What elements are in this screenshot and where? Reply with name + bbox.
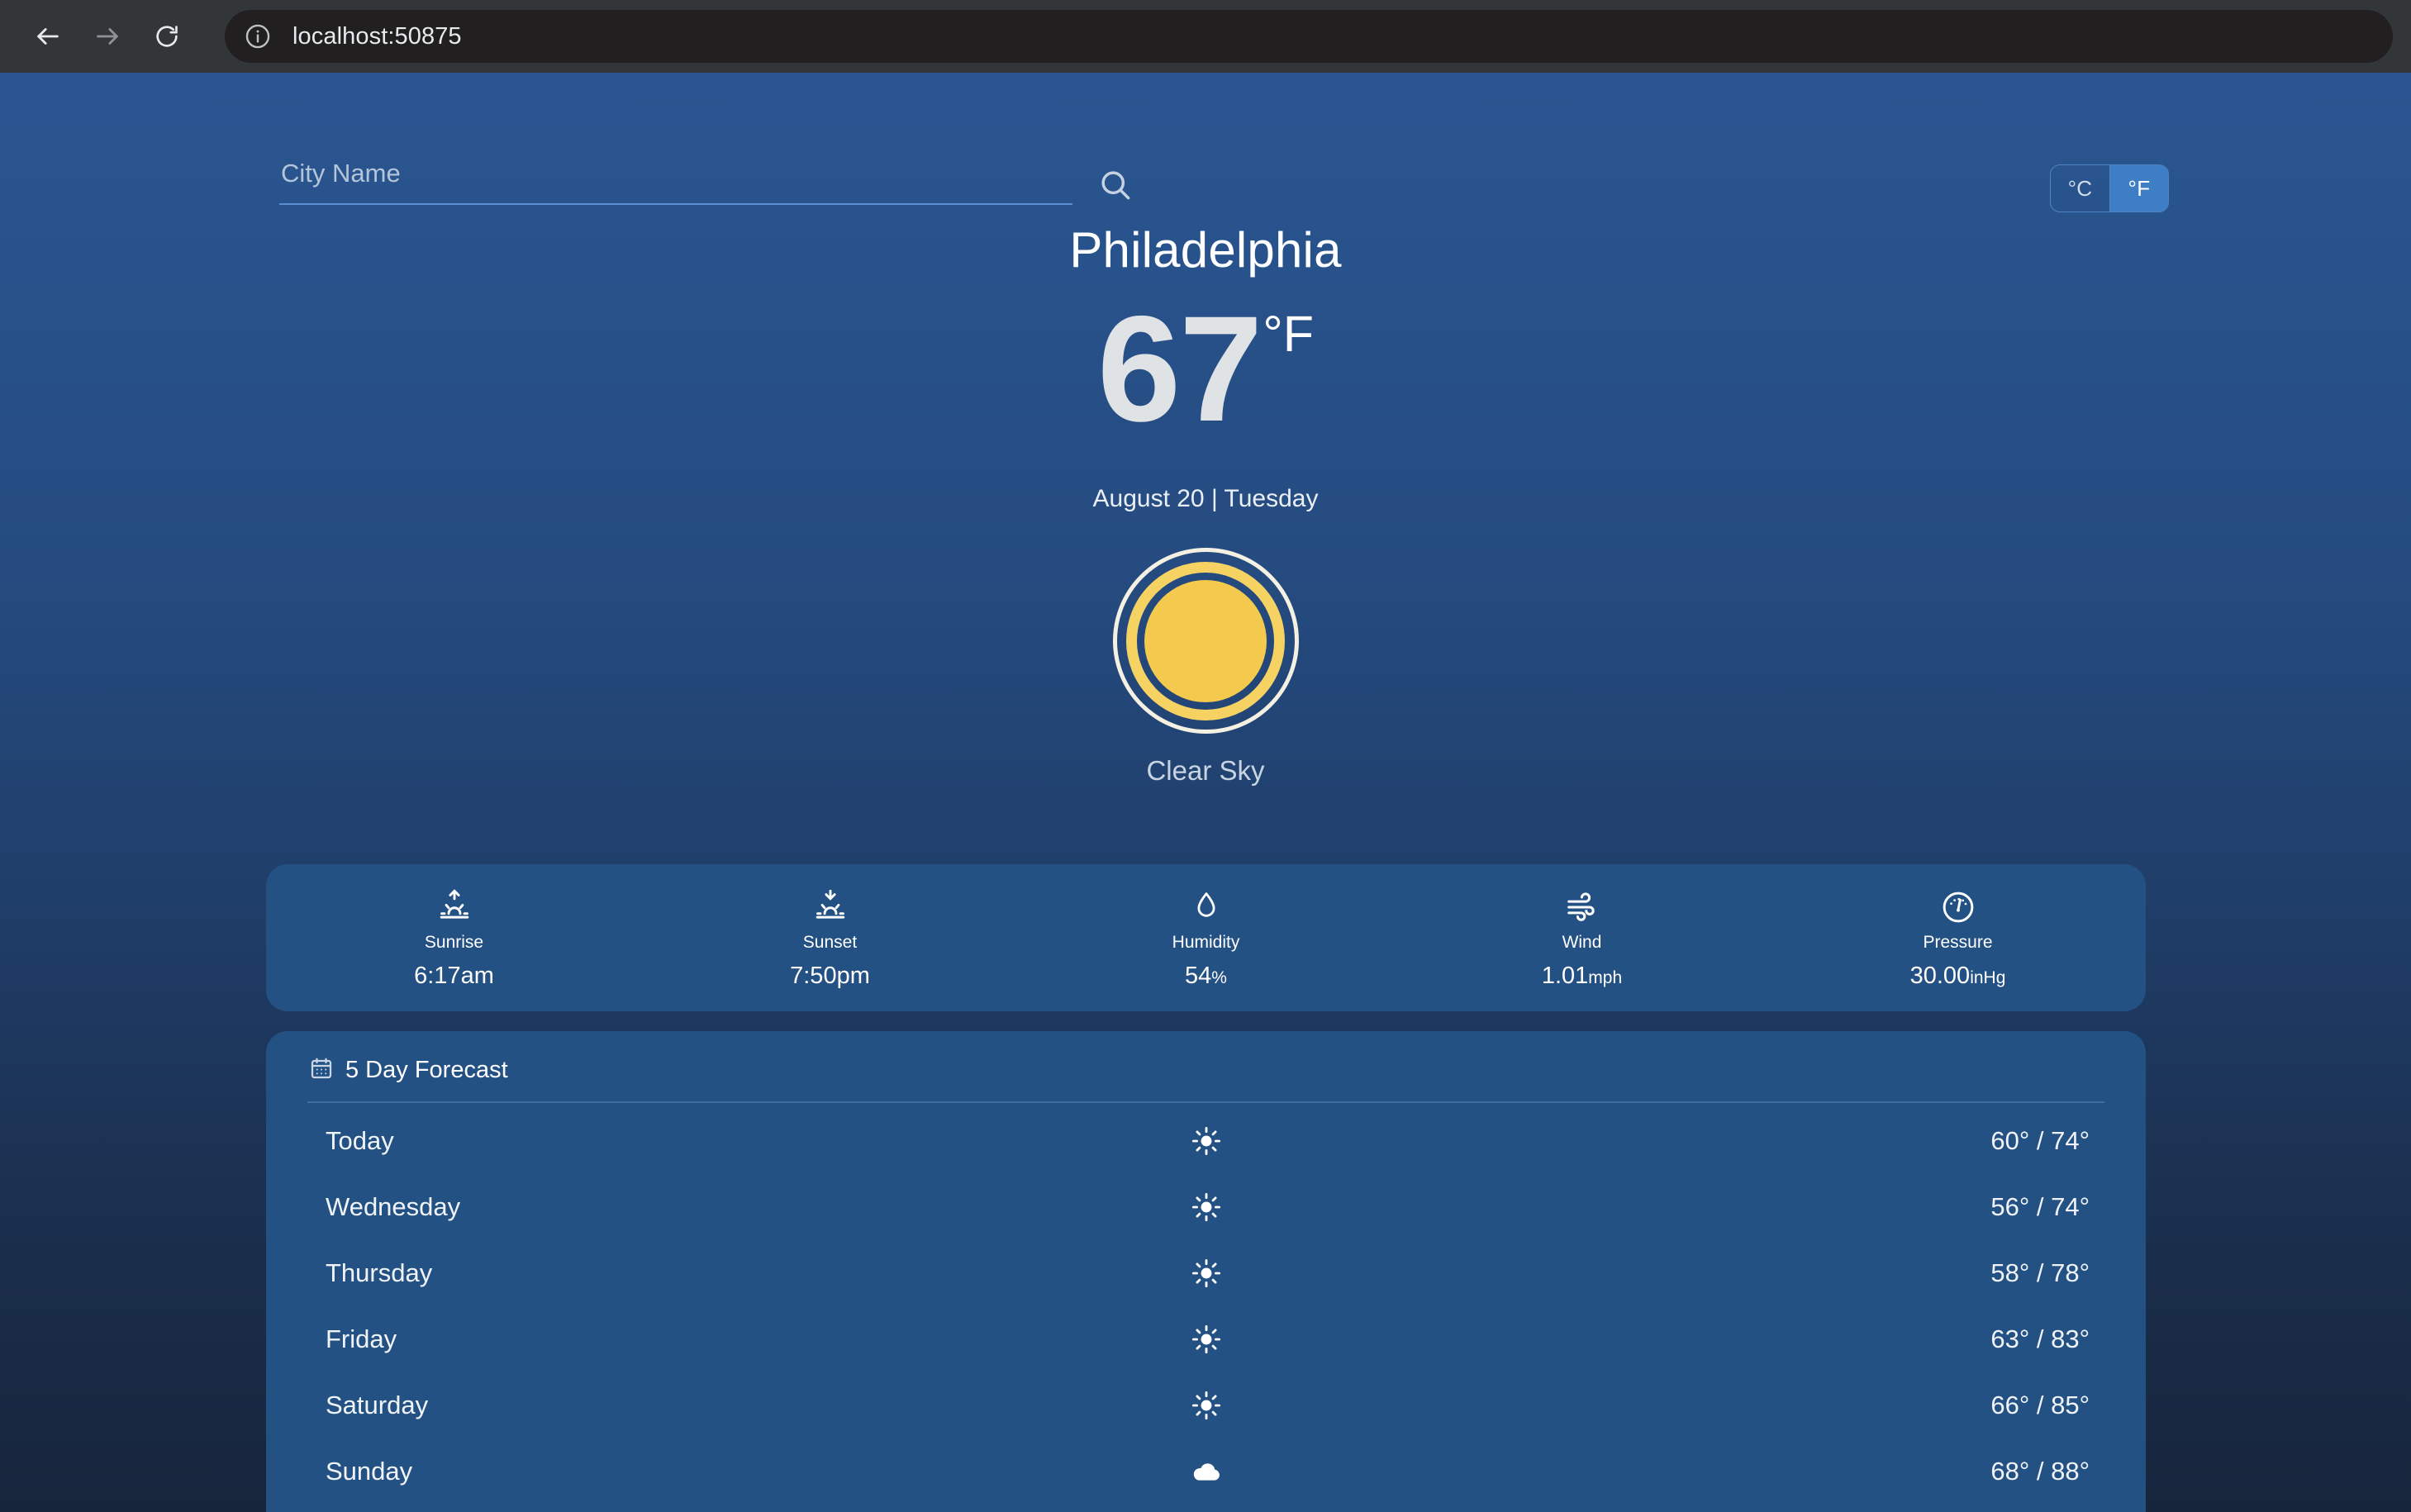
stat-sunset: Sunset 7:50pm [642,864,1018,1011]
gauge-icon [1940,887,1976,928]
cloud-icon [901,1455,1512,1488]
sunrise-icon [436,887,473,928]
sun-icon [901,1391,1512,1420]
search-button[interactable] [1092,164,1139,210]
forecast-day: Wednesday [326,1192,461,1221]
current-temperature: 67 °F [0,293,2411,444]
table-row[interactable]: Thursday 58° / 78° [307,1240,2104,1306]
unit-toggle-fahrenheit[interactable]: °F [2109,165,2168,212]
current-date: August 20 | Tuesday [1092,485,1319,512]
calendar-icon [309,1056,334,1085]
stat-value: 30.00inHg [1909,962,2006,989]
unit-toggle-celsius[interactable]: °C [2051,165,2109,212]
stat-humidity: Humidity 54% [1018,864,1394,1011]
forecast-temps: 60° / 74° [1990,1126,2090,1155]
search-icon [1097,167,1134,207]
stat-label: Wind [1562,932,1602,952]
forecast-temps: 56° / 74° [1990,1192,2090,1221]
app-topbar: °C °F [0,73,2411,212]
forecast-temps: 68° / 88° [1990,1457,2090,1486]
sun-icon [901,1126,1512,1156]
droplet-icon [1189,887,1224,928]
forecast-day: Friday [326,1324,397,1353]
forecast-day: Thursday [326,1258,433,1287]
forecast-temps: 58° / 78° [1990,1258,2090,1287]
url-text: localhost:50875 [292,22,462,50]
temperature-value: 67 [1096,284,1263,453]
sun-icon [901,1192,1512,1222]
forecast-header: 5 Day Forecast [307,1056,2104,1103]
stat-sunrise: Sunrise 6:17am [266,864,642,1011]
sun-icon-core [1144,579,1267,702]
sun-icon-ring [1126,561,1285,720]
wind-icon [1563,887,1601,928]
search-input[interactable] [279,159,1072,205]
stat-label: Humidity [1172,932,1240,952]
stat-value: 54% [1185,962,1227,989]
forecast-card: 5 Day Forecast Today 60° / 74° Wednesday… [266,1031,2146,1512]
forecast-day: Sunday [326,1457,413,1486]
table-row[interactable]: Saturday 66° / 85° [307,1372,2104,1438]
table-row[interactable]: Sunday 68° / 88° [307,1438,2104,1505]
arrow-left-icon [34,22,62,50]
reload-icon [154,23,180,50]
forecast-rows: Today 60° / 74° Wednesday 56° / 74° Thur… [307,1103,2104,1505]
stat-value: 1.01mph [1541,962,1623,989]
weather-stats-bar: Sunrise 6:17am Sunset 7:50pm Humidity 54… [266,864,2146,1011]
temperature-unit: °F [1263,306,1315,362]
search-field-wrap [279,159,1081,205]
stat-pressure: Pressure 30.00inHg [1770,864,2146,1011]
stat-label: Sunrise [424,932,484,952]
stat-value: 6:17am [414,962,494,989]
reload-button[interactable] [137,7,197,66]
table-row[interactable]: Today 60° / 74° [307,1108,2104,1174]
browser-toolbar: localhost:50875 [0,0,2411,73]
sunset-icon [812,887,849,928]
sun-icon [901,1324,1512,1354]
stat-label: Sunset [802,932,858,952]
sun-icon [1112,548,1299,734]
stat-wind: Wind 1.01mph [1394,864,1770,1011]
arrow-right-icon [93,22,121,50]
sun-icon [901,1258,1512,1288]
stat-label: Pressure [1923,932,1993,952]
table-row[interactable]: Friday 63° / 83° [307,1306,2104,1372]
stat-value: 7:50pm [790,962,870,989]
forecast-title: 5 Day Forecast [345,1057,508,1083]
forward-button[interactable] [78,7,137,66]
back-button[interactable] [18,7,78,66]
forecast-day: Today [326,1126,394,1155]
current-weather-hero: Philadelphia 67 °F August 20 | Tuesday C… [0,221,2411,787]
forecast-temps: 63° / 83° [1990,1324,2090,1353]
forecast-temps: 66° / 85° [1990,1391,2090,1419]
condition-label: Clear Sky [1146,755,1265,786]
forecast-day: Saturday [326,1391,429,1419]
info-circle-icon[interactable] [236,15,279,58]
weather-app: °C °F Philadelphia 67 °F August 20 | Tue… [0,73,2411,1512]
city-name: Philadelphia [1069,222,1342,278]
address-bar[interactable]: localhost:50875 [225,10,2393,63]
unit-toggle[interactable]: °C °F [2050,164,2169,212]
table-row[interactable]: Wednesday 56° / 74° [307,1174,2104,1240]
current-condition: Clear Sky [0,548,2411,787]
